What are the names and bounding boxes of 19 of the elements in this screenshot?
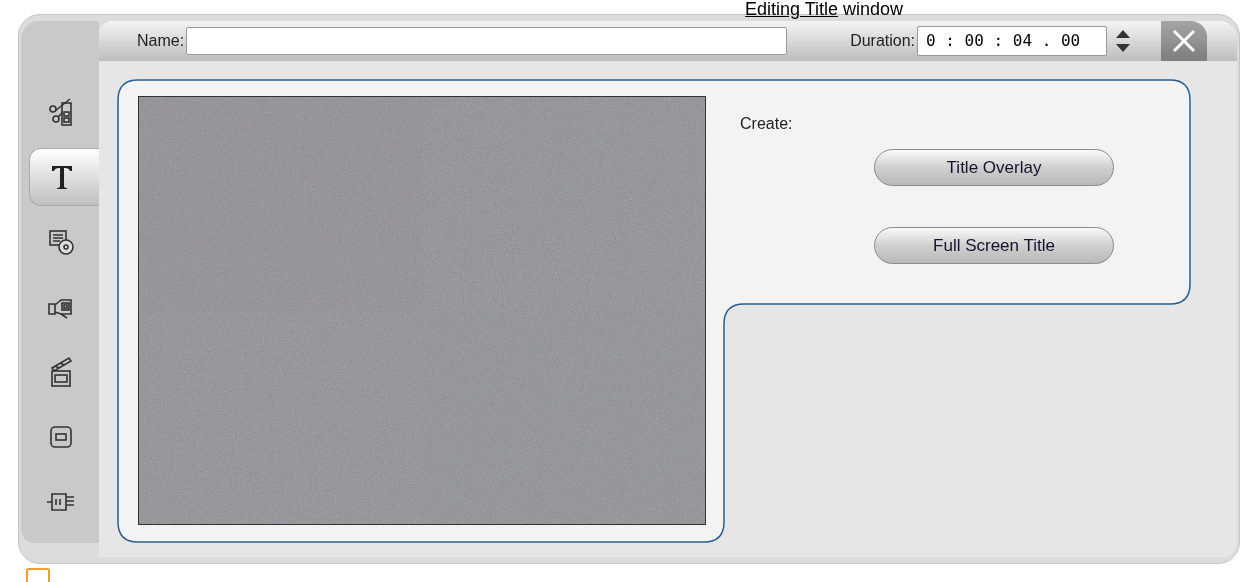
caption-link[interactable]: Editing Title [745, 0, 839, 19]
sidebar-tab[interactable] [29, 148, 99, 206]
create-button[interactable]: Title Overlay [874, 149, 1114, 186]
window-caption: Editing Title window [745, 0, 904, 18]
clapper-icon [49, 356, 73, 388]
create-button[interactable]: Full Screen Title [874, 227, 1114, 264]
close-button[interactable] [1161, 21, 1208, 61]
letter-t-icon [49, 164, 74, 190]
thumbnail-frame [26, 568, 50, 582]
create-label: Create: [740, 114, 794, 134]
disc-menu-icon [48, 229, 74, 255]
duration-field[interactable]: 0 : 00 : 04 . 00 [917, 26, 1108, 56]
plug-icon [46, 491, 76, 513]
name-label: Name: [137, 31, 185, 51]
name-field[interactable] [186, 27, 788, 55]
scissors-icon [48, 97, 74, 127]
duration-label: Duration: [850, 31, 916, 51]
frame-icon [49, 425, 73, 449]
close-icon [1172, 29, 1197, 53]
